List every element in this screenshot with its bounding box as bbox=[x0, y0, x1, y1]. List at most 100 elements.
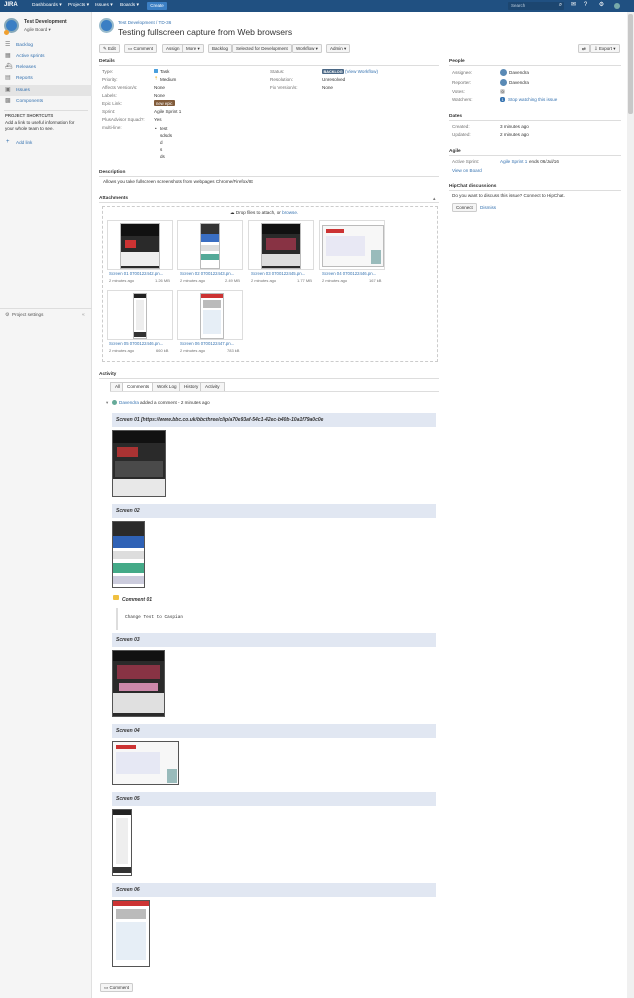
attachment-name[interactable]: Screen 04 0700122446.pn... bbox=[322, 271, 376, 276]
admin-button[interactable]: Admin ▾ bbox=[326, 44, 351, 53]
scrollbar-thumb[interactable] bbox=[628, 14, 633, 114]
jira-logo[interactable]: JIRA bbox=[4, 2, 18, 8]
reporter-value[interactable]: Davendra bbox=[509, 80, 529, 85]
attachment-thumbnail[interactable] bbox=[248, 220, 314, 270]
project-avatar bbox=[99, 18, 114, 33]
status-label: Status: bbox=[270, 69, 285, 74]
user-avatar[interactable] bbox=[614, 3, 620, 9]
sidebar-item-releases[interactable]: ⛴ Releases bbox=[0, 62, 92, 73]
dismiss-link[interactable]: Dismiss bbox=[480, 205, 496, 210]
page-title: Testing fullscreen capture from Web brow… bbox=[118, 27, 293, 37]
attachment-thumbnail[interactable] bbox=[177, 290, 243, 340]
collapse-icon[interactable]: « bbox=[82, 312, 85, 318]
nav-boards[interactable]: Boards ▾ bbox=[120, 3, 139, 8]
nav-issues[interactable]: Issues ▾ bbox=[95, 3, 113, 8]
attachment-thumbnail[interactable] bbox=[319, 220, 385, 270]
search-input[interactable]: Search bbox=[508, 2, 564, 10]
screenshot-image[interactable] bbox=[112, 650, 165, 717]
attachment-name[interactable]: Screen 03 0700122445.pn... bbox=[251, 271, 305, 276]
stop-watching-link[interactable]: Stop watching this issue bbox=[508, 97, 557, 102]
create-button[interactable]: Create bbox=[147, 2, 167, 10]
screenshot-image[interactable] bbox=[112, 741, 179, 785]
top-navigation: JIRA Dashboards ▾ Projects ▾ Issues ▾ Bo… bbox=[0, 0, 634, 12]
share-button[interactable]: ⇄ bbox=[578, 44, 590, 53]
screenshot-image[interactable] bbox=[112, 809, 132, 876]
attachment-thumbnail[interactable] bbox=[107, 220, 173, 270]
scrollbar-track[interactable] bbox=[627, 12, 634, 998]
avatar bbox=[500, 79, 507, 86]
updated-value: 2 minutes ago bbox=[500, 132, 529, 137]
attachment-age: 2 minutes ago bbox=[109, 278, 135, 283]
divider bbox=[99, 65, 439, 66]
avatar bbox=[500, 69, 507, 76]
connect-button[interactable]: Connect bbox=[452, 203, 477, 212]
view-on-board-link[interactable]: View on Board bbox=[452, 168, 482, 173]
divider bbox=[0, 308, 92, 309]
attachment-name[interactable]: Screen 01 0700122442.pn... bbox=[109, 271, 163, 276]
view-workflow-link[interactable]: (View Workflow) bbox=[345, 69, 378, 74]
multiline-label: multi-line: bbox=[102, 125, 122, 130]
resolution-value: Unresolved bbox=[322, 77, 346, 82]
edit-button[interactable]: ✎ Edit bbox=[99, 44, 120, 53]
priority-value: Medium bbox=[160, 77, 177, 82]
assign-button[interactable]: Assign bbox=[162, 44, 184, 53]
screenshot-image[interactable] bbox=[112, 521, 145, 588]
description-title: Description bbox=[99, 170, 126, 175]
shortcuts-title: PROJECT SHORTCUTS bbox=[5, 113, 54, 118]
notifications-icon[interactable]: ✉ bbox=[570, 2, 577, 9]
hipchat-text: Do you want to discuss this issue? Conne… bbox=[452, 193, 565, 198]
search-icon[interactable]: ⌕ bbox=[557, 2, 564, 9]
sidebar-item-reports[interactable]: ▤ Reports bbox=[0, 73, 92, 84]
divider bbox=[449, 65, 621, 66]
epic-link-badge[interactable]: new epic bbox=[154, 100, 175, 106]
active-sprint-link[interactable]: Agile Sprint 1 bbox=[500, 159, 527, 164]
screenshot-image[interactable] bbox=[112, 900, 150, 967]
attachment-name[interactable]: Screen 05 0700122446.pn... bbox=[109, 341, 163, 346]
sidebar-item-components[interactable]: ▩ Components bbox=[0, 96, 92, 107]
attachment-thumbnail[interactable] bbox=[177, 220, 243, 270]
add-link[interactable]: Add link bbox=[16, 140, 32, 145]
watchers-count[interactable]: 1 bbox=[500, 97, 506, 102]
fix-version-value: None bbox=[322, 85, 333, 90]
browse-link[interactable]: browse. bbox=[282, 210, 298, 215]
breadcrumb[interactable]: Test Development / TD-36 bbox=[118, 20, 171, 25]
screenshot-image[interactable] bbox=[112, 430, 166, 497]
plus-icon[interactable]: + bbox=[6, 139, 10, 145]
attachment-age: 2 minutes ago bbox=[251, 278, 277, 283]
details-title: Details bbox=[99, 59, 115, 64]
add-comment-button[interactable]: ▭ Comment bbox=[100, 983, 134, 992]
export-button[interactable]: ⇩ Export ▾ bbox=[590, 44, 620, 53]
screen-heading: Screen 02 bbox=[112, 504, 436, 518]
nav-dashboards[interactable]: Dashboards ▾ bbox=[32, 3, 62, 8]
project-name[interactable]: Test Development bbox=[24, 19, 67, 25]
board-selector[interactable]: Agile Board ▾ bbox=[24, 27, 51, 33]
avatar bbox=[112, 400, 117, 405]
workflow-button[interactable]: Workflow ▾ bbox=[292, 44, 322, 53]
help-icon[interactable]: ? bbox=[582, 2, 589, 9]
attachment-thumbnail[interactable] bbox=[107, 290, 173, 340]
sidebar-item-issues[interactable]: ▣ Issues bbox=[0, 85, 92, 96]
screen-heading: Screen 06 bbox=[112, 883, 436, 897]
sidebar-item-backlog[interactable]: ☰ Backlog bbox=[0, 40, 92, 51]
nav-projects[interactable]: Projects ▾ bbox=[68, 3, 89, 8]
backlog-button[interactable]: Backlog bbox=[208, 44, 233, 53]
multiline-line: s bbox=[160, 147, 163, 152]
attachment-age: 2 minutes ago bbox=[180, 278, 206, 283]
more-button[interactable]: More ▾ bbox=[182, 44, 204, 53]
divider bbox=[449, 190, 621, 191]
assignee-value[interactable]: Davendra bbox=[509, 70, 529, 75]
comment-author[interactable]: Davendra bbox=[119, 400, 139, 405]
divider bbox=[449, 120, 621, 121]
selected-for-development-button[interactable]: Selected for Development bbox=[232, 44, 292, 53]
collapse-comment-icon[interactable]: ▾ bbox=[106, 400, 108, 406]
attachment-name[interactable]: Screen 02 0700122443.pn... bbox=[180, 271, 234, 276]
attachment-name[interactable]: Screen 06 0700122447.pn... bbox=[180, 341, 234, 346]
description-text: Allows you take fullscreen screenshots f… bbox=[103, 179, 254, 184]
settings-icon[interactable]: ⚙ bbox=[598, 2, 605, 9]
comment-heading: Comment 01 bbox=[122, 597, 153, 603]
votes-count[interactable]: 0 bbox=[500, 89, 506, 94]
hipchat-title: HipChat discussions bbox=[449, 184, 497, 189]
comment-button[interactable]: ▭ Comment bbox=[124, 44, 158, 53]
project-settings-link[interactable]: Project settings bbox=[12, 312, 43, 317]
sidebar-item-active-sprints[interactable]: ▦ Active sprints bbox=[0, 51, 92, 62]
